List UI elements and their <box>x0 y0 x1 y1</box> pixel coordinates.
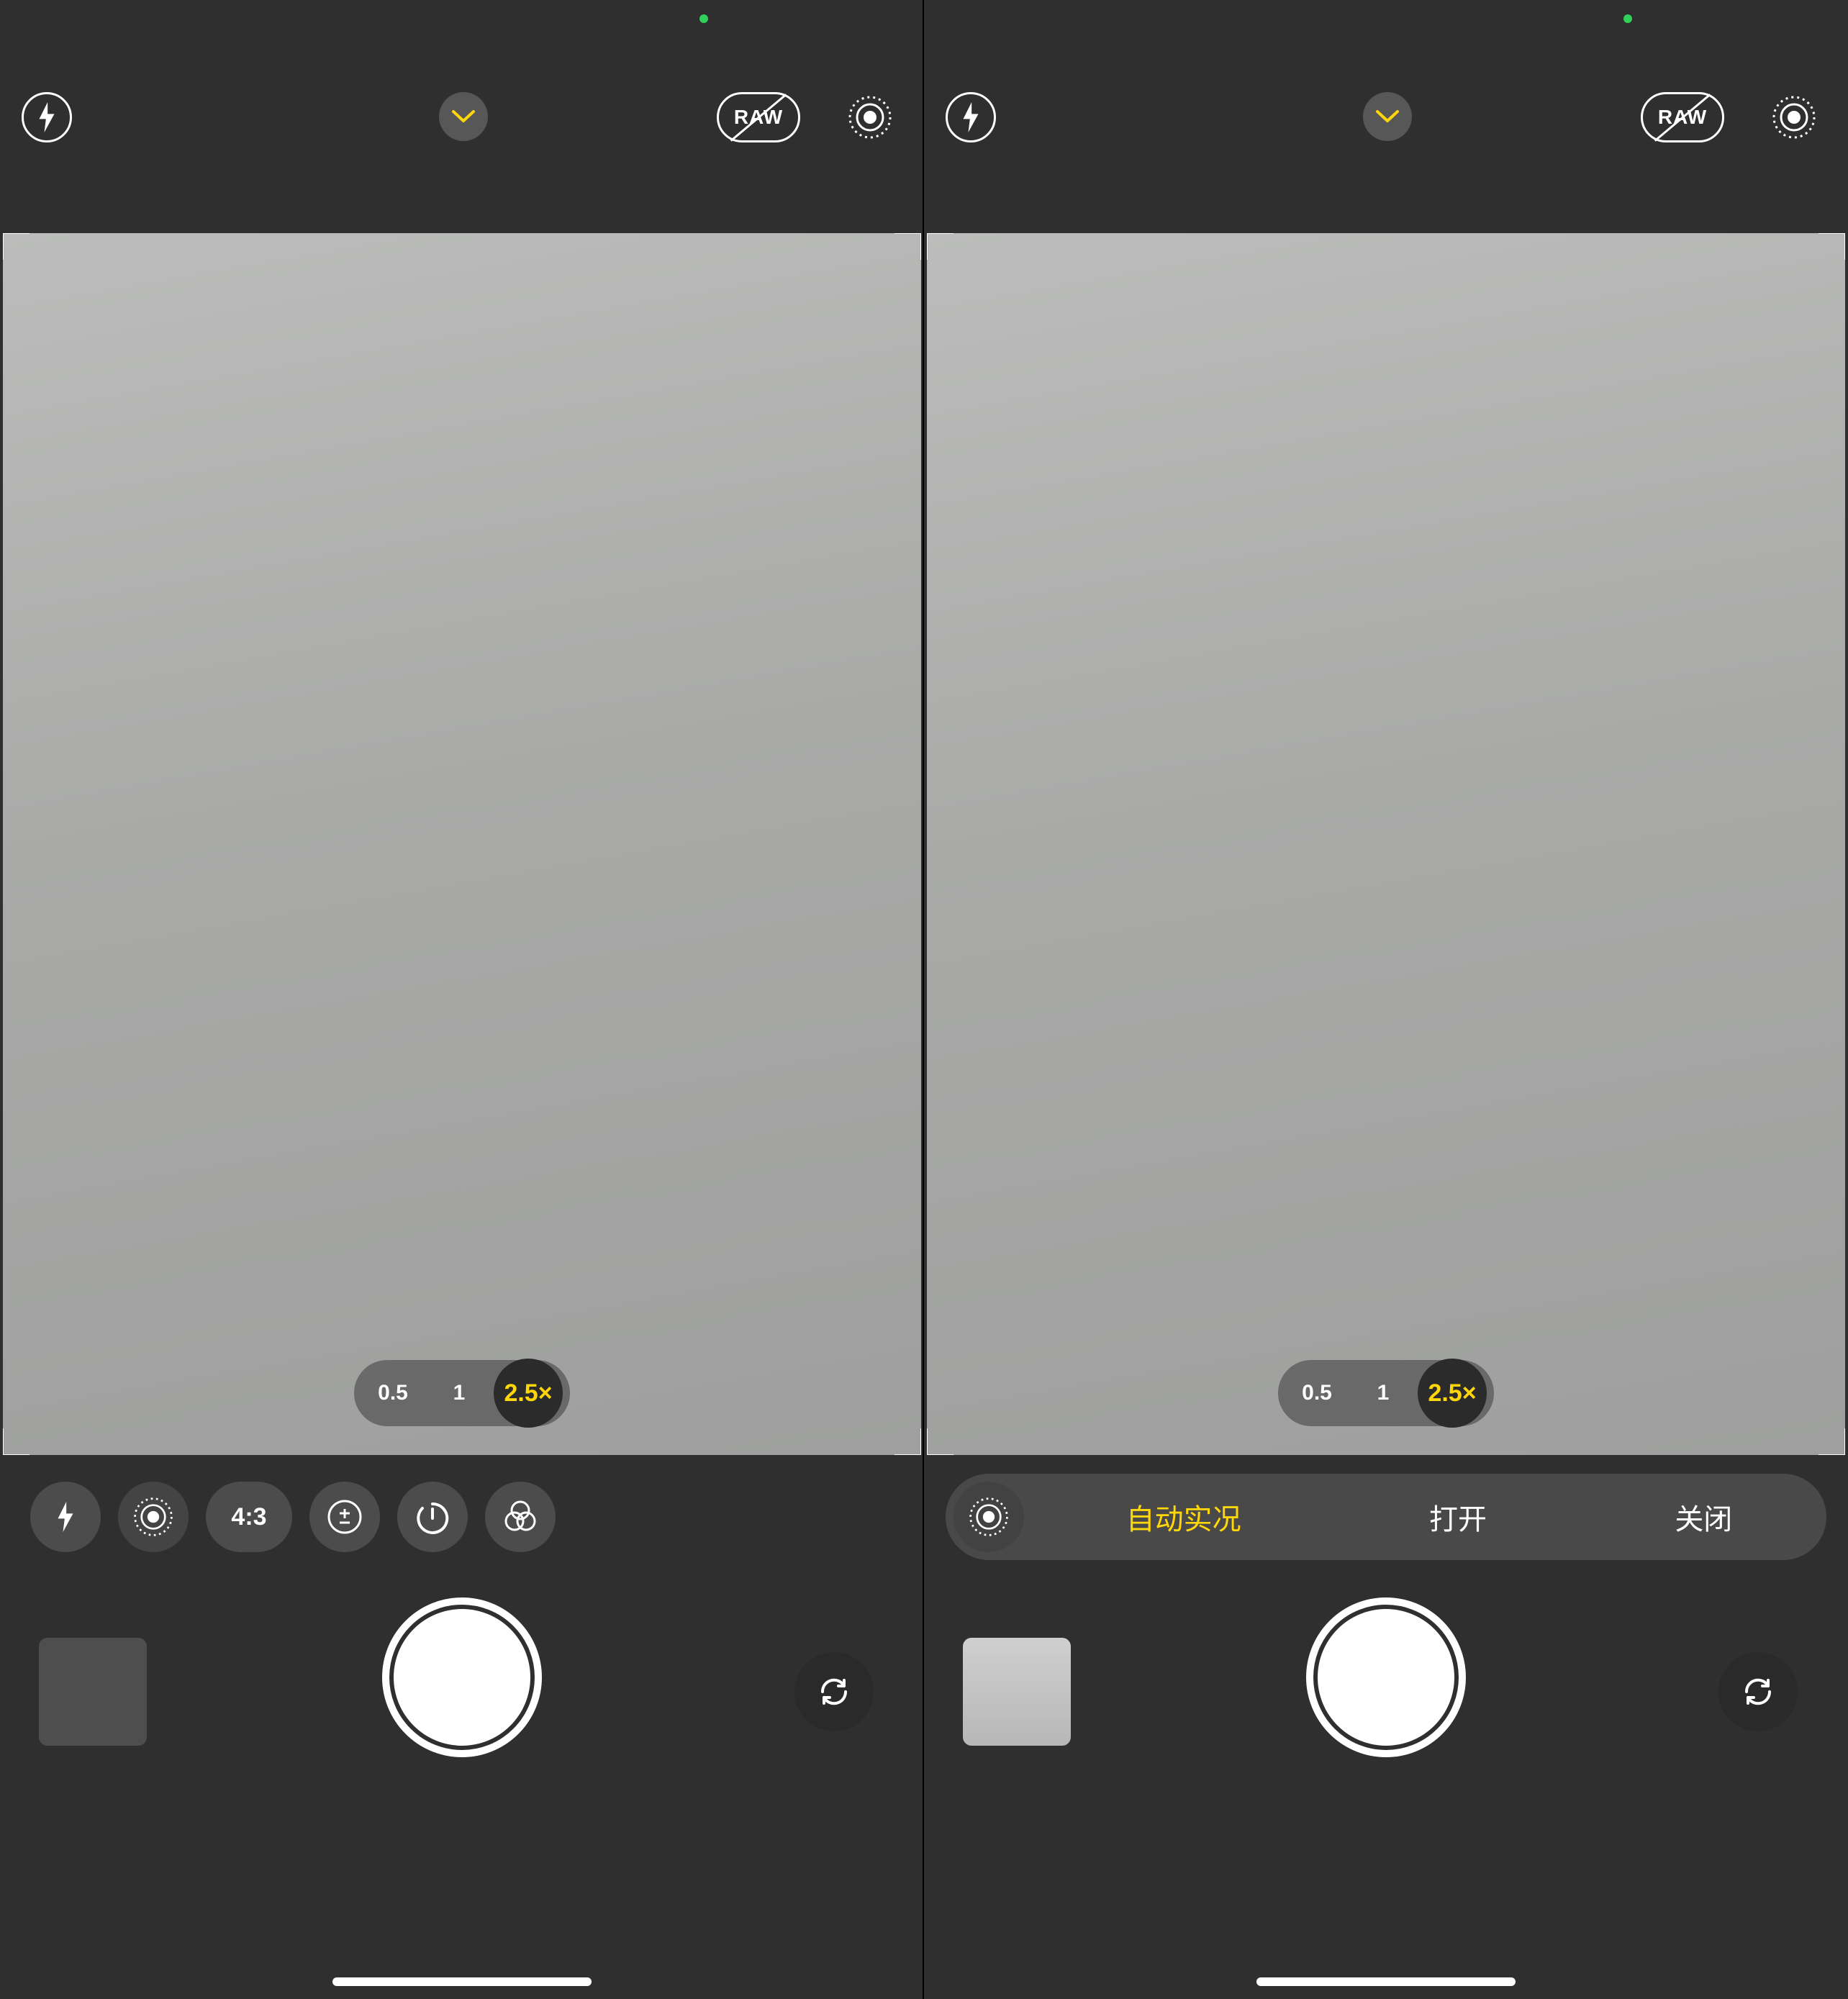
live-photo-icon <box>132 1496 174 1538</box>
shutter-row <box>924 1609 1848 1767</box>
live-photo-option[interactable] <box>118 1482 189 1552</box>
chevron-down-icon <box>451 109 476 124</box>
live-photo-options-pill: 自动实况 打开 关闭 <box>946 1474 1826 1560</box>
flash-icon <box>55 1501 76 1533</box>
viewfinder-corner <box>894 233 921 260</box>
raw-toggle[interactable]: RAW <box>1641 92 1724 142</box>
live-auto[interactable]: 自动实况 <box>1090 1496 1277 1538</box>
viewfinder-corner <box>1818 233 1845 260</box>
viewfinder-corner <box>3 233 30 260</box>
timer-option[interactable] <box>397 1482 468 1552</box>
viewfinder-corner <box>1818 1428 1845 1455</box>
chevron-down-icon <box>1375 109 1400 124</box>
viewfinder-corner <box>927 233 954 260</box>
zoom-0.5x[interactable]: 0.5 <box>361 1366 425 1420</box>
options-tray: 4:3 <box>0 1474 924 1560</box>
filters-icon <box>501 1497 540 1536</box>
viewfinder-corner <box>3 1428 30 1455</box>
live-off[interactable]: 关闭 <box>1639 1496 1768 1538</box>
switch-camera-button[interactable] <box>794 1652 874 1731</box>
shutter-row <box>0 1609 924 1767</box>
live-photo-option[interactable] <box>954 1482 1024 1552</box>
flash-toggle[interactable] <box>946 92 996 142</box>
viewfinder[interactable]: 0.5 1 2.5× <box>927 233 1845 1455</box>
live-photo-toggle-top[interactable] <box>1769 92 1819 142</box>
top-bar: RAW <box>0 0 924 230</box>
viewfinder-corner <box>927 1428 954 1455</box>
raw-toggle[interactable]: RAW <box>717 92 800 142</box>
zoom-switcher[interactable]: 0.5 1 2.5× <box>1278 1360 1494 1426</box>
aspect-label: 4:3 <box>231 1503 266 1531</box>
zoom-switcher[interactable]: 0.5 1 2.5× <box>354 1360 570 1426</box>
live-photo-icon <box>968 1496 1010 1538</box>
home-indicator[interactable] <box>1256 1977 1516 1986</box>
viewfinder[interactable]: 0.5 1 2.5× <box>3 233 921 1455</box>
filters-option[interactable] <box>485 1482 556 1552</box>
timer-icon <box>414 1498 451 1536</box>
switch-camera-icon <box>814 1672 854 1712</box>
flash-icon <box>37 102 57 132</box>
home-indicator[interactable] <box>332 1977 592 1986</box>
zoom-1x[interactable]: 1 <box>1351 1366 1415 1420</box>
switch-camera-icon <box>1738 1672 1778 1712</box>
top-options-toggle[interactable] <box>439 92 488 141</box>
aspect-ratio-option[interactable]: 4:3 <box>206 1482 292 1552</box>
phone-right: RAW 0.5 1 2.5× <box>924 0 1848 1999</box>
live-photo-toggle-top[interactable] <box>845 92 895 142</box>
top-bar: RAW <box>924 0 1848 230</box>
shutter-button[interactable] <box>394 1609 530 1746</box>
phone-left: RAW 0.5 1 2.5× <box>0 0 924 1999</box>
flash-option[interactable] <box>30 1482 101 1552</box>
last-photo-thumbnail[interactable] <box>963 1638 1071 1746</box>
zoom-2.5x[interactable]: 2.5× <box>494 1359 563 1428</box>
live-on[interactable]: 打开 <box>1393 1496 1523 1538</box>
live-photo-tray: 自动实况 打开 关闭 <box>924 1474 1848 1560</box>
exposure-icon <box>327 1499 363 1535</box>
zoom-0.5x[interactable]: 0.5 <box>1285 1366 1349 1420</box>
viewfinder-corner <box>894 1428 921 1455</box>
live-photo-icon <box>847 94 893 140</box>
last-photo-thumbnail[interactable] <box>39 1638 147 1746</box>
top-options-toggle[interactable] <box>1363 92 1412 141</box>
flash-toggle[interactable] <box>22 92 72 142</box>
switch-camera-button[interactable] <box>1718 1652 1798 1731</box>
zoom-2.5x[interactable]: 2.5× <box>1418 1359 1487 1428</box>
live-photo-icon <box>1771 94 1817 140</box>
flash-icon <box>961 102 981 132</box>
shutter-button[interactable] <box>1318 1609 1454 1746</box>
zoom-1x[interactable]: 1 <box>427 1366 491 1420</box>
exposure-option[interactable] <box>309 1482 380 1552</box>
